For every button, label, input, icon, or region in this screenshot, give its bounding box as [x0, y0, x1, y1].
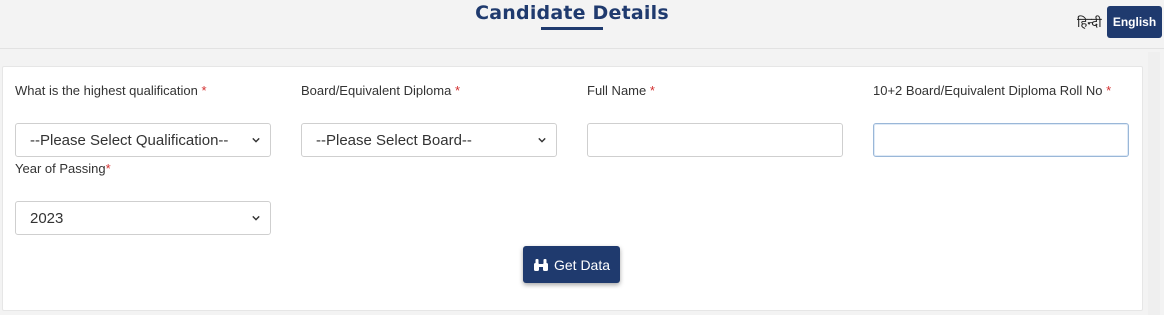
board-select[interactable]: --Please Select Board-- — [301, 123, 557, 157]
roll-no-label: 10+2 Board/Equivalent Diploma Roll No * — [873, 83, 1129, 99]
full-name-field: Full Name * — [587, 83, 843, 157]
board-label-text: Board/Equivalent Diploma — [301, 83, 452, 98]
header-divider — [0, 48, 1164, 49]
qualification-selected-value: --Please Select Qualification-- — [30, 132, 229, 149]
chevron-down-icon — [252, 215, 260, 221]
year-label: Year of Passing* — [15, 161, 271, 177]
board-label: Board/Equivalent Diploma * — [301, 83, 557, 99]
full-name-label: Full Name * — [587, 83, 843, 99]
roll-no-label-text: 10+2 Board/Equivalent Diploma Roll No — [873, 83, 1103, 98]
year-label-text: Year of Passing — [15, 161, 106, 176]
board-field: Board/Equivalent Diploma * --Please Sele… — [301, 83, 557, 157]
qualification-label-text: What is the highest qualification — [15, 83, 198, 98]
language-hindi-link[interactable]: हिन्दी — [1077, 13, 1102, 31]
year-selected-value: 2023 — [30, 210, 64, 227]
chevron-down-icon — [538, 137, 546, 143]
year-field: Year of Passing* 2023 — [15, 161, 271, 235]
page-title: Candidate Details — [475, 2, 669, 24]
required-marker: * — [649, 83, 655, 98]
required-marker: * — [201, 83, 207, 98]
title-underline — [541, 27, 603, 30]
language-english-button[interactable]: English — [1107, 6, 1162, 38]
chevron-down-icon — [252, 137, 260, 143]
scroll-gutter — [1148, 52, 1160, 315]
roll-no-input[interactable] — [873, 123, 1129, 157]
required-marker: * — [454, 83, 460, 98]
qualification-select[interactable]: --Please Select Qualification-- — [15, 123, 271, 157]
qualification-field: What is the highest qualification * --Pl… — [15, 83, 271, 157]
get-data-label: Get Data — [553, 256, 611, 273]
required-marker: * — [105, 161, 111, 176]
page-header: Candidate Details हिन्दी English — [0, 0, 1164, 48]
full-name-input[interactable] — [587, 123, 843, 157]
board-selected-value: --Please Select Board-- — [316, 132, 472, 149]
get-data-button[interactable]: Get Data — [523, 246, 620, 283]
roll-no-field: 10+2 Board/Equivalent Diploma Roll No * — [873, 83, 1129, 157]
binoculars-icon — [533, 258, 548, 271]
required-marker: * — [1106, 83, 1112, 98]
qualification-label: What is the highest qualification * — [15, 83, 271, 99]
full-name-label-text: Full Name — [587, 83, 647, 98]
year-select[interactable]: 2023 — [15, 201, 271, 235]
